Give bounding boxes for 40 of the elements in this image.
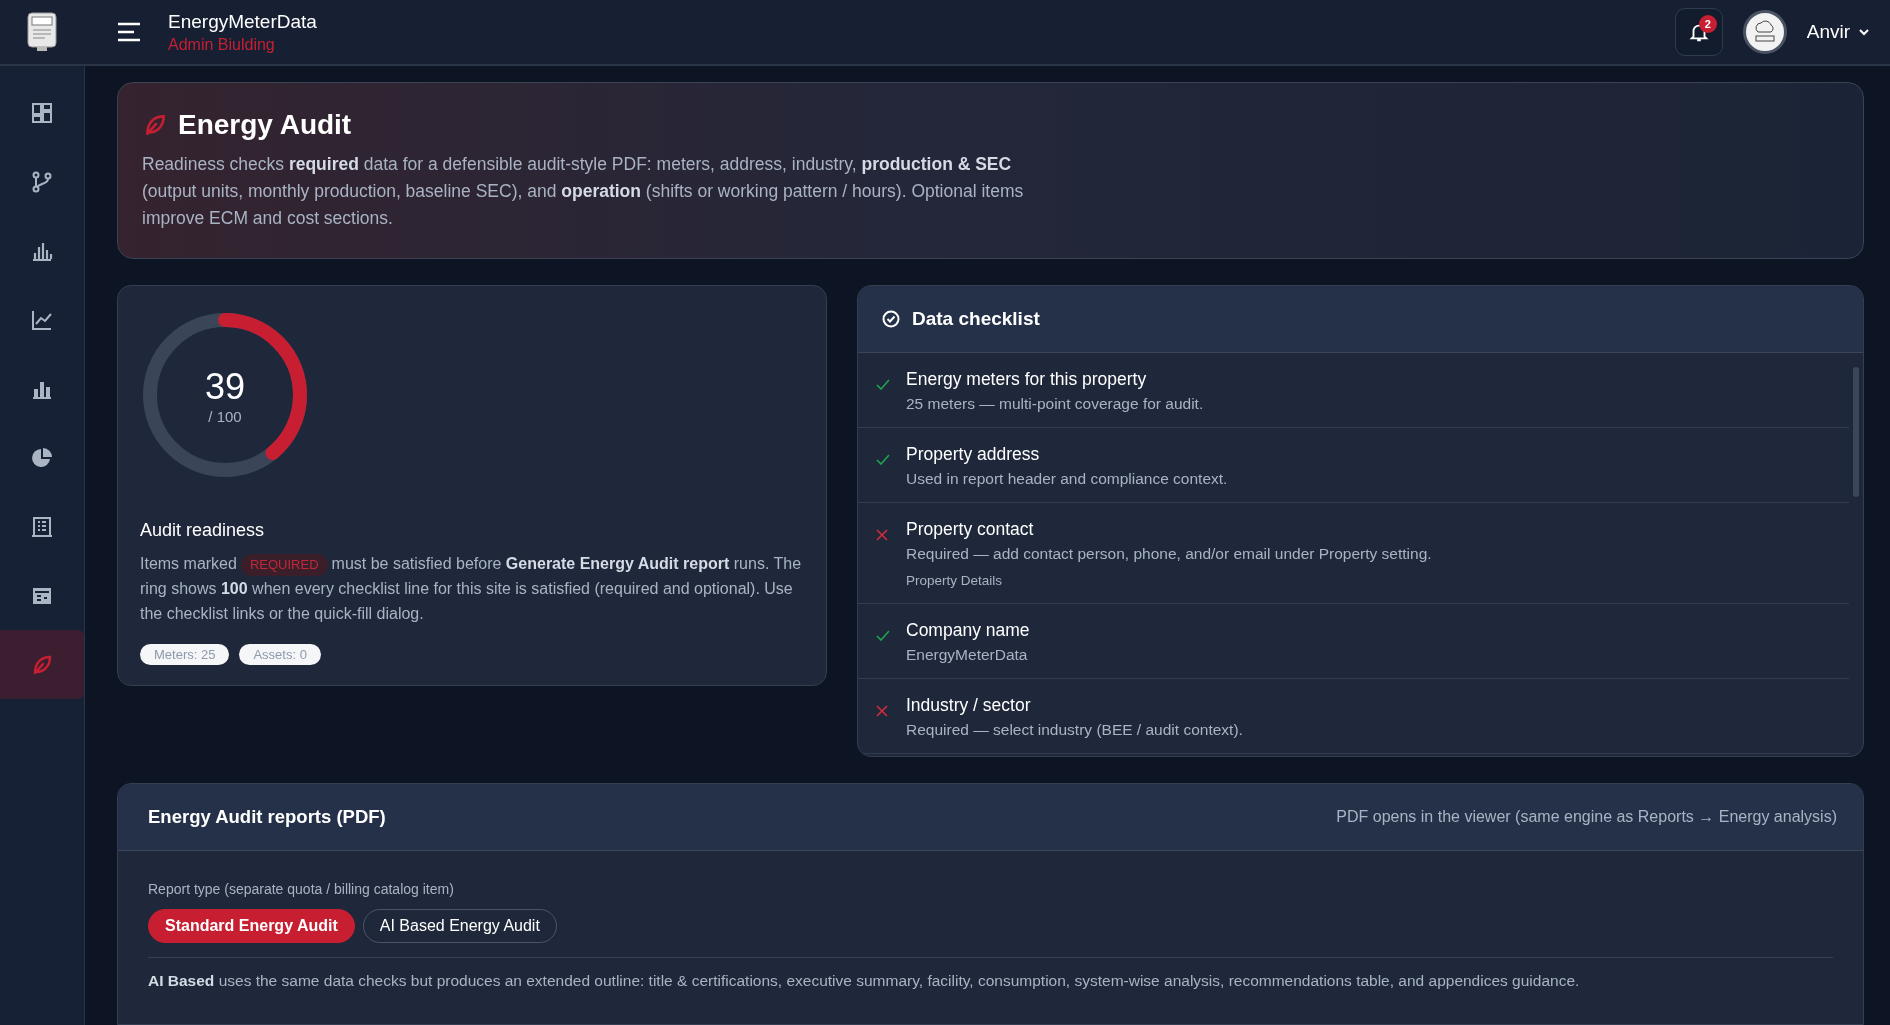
checklist-item-detail: EnergyMeterData: [906, 646, 1029, 664]
report-type-label: Report type (separate quota / billing catalog item): [148, 881, 455, 897]
checklist-link[interactable]: Property Details: [906, 573, 1003, 588]
readiness-title: Audit readiness: [140, 520, 266, 541]
readiness-score: 39: [204, 365, 245, 408]
readiness-text: Items marked REQUIRED must be satisfied before Generate Energy Audit report runs. The ring shows 100 when every checklist line for this site is satisfied (required and optional). Use the checklist links or the quick-fill dialog.: [140, 553, 803, 624]
reports-title: Energy Audit reports (PDF): [148, 806, 386, 828]
count-pill: Assets: 0: [239, 644, 321, 665]
checklist-item-detail: Required — add contact person, phone, and/or email under Property setting.: [906, 545, 1432, 563]
count-pill: Meters: 25: [140, 644, 230, 665]
checklist-item-detail: 25 meters — multi-point coverage for audit.: [906, 395, 1204, 413]
branch-icon: [30, 169, 54, 194]
page-description: Readiness checks required data for a defensible audit-style PDF: meters, address, industry, production & SEC (output units, monthly production, baseline SEC), and operation (shifts or working pattern / hours). Optional items improve ECM and cost sections.: [142, 153, 1025, 230]
dashboard-icon: [30, 100, 54, 125]
checklist-item-title: Property contact: [906, 519, 1035, 540]
building-name: Admin Biulding: [168, 35, 276, 54]
checklist-item-title: Industry / sector: [906, 695, 1032, 716]
checklist-title: Data checklist: [912, 308, 1040, 330]
checklist-item-title: Energy meters for this property: [906, 369, 1148, 390]
pie-chart-icon: [30, 445, 54, 470]
notifications-button[interactable]: 2: [1674, 8, 1723, 56]
page-title: Energy Audit: [178, 109, 352, 141]
notification-count: 2: [1698, 15, 1717, 33]
score-max: / 100: [208, 407, 242, 425]
report-type-option[interactable]: Standard Energy Audit: [148, 909, 355, 943]
meter-logo-icon: [27, 12, 57, 52]
scrollbar[interactable]: [1853, 367, 1859, 497]
check-circle-icon: [882, 310, 900, 328]
building-icon: [30, 514, 54, 539]
menu-icon[interactable]: [116, 22, 142, 42]
checklist-item-title: Company name: [906, 620, 1030, 641]
report-type-description: AI Based uses the same data checks but produces an extended outline: title & certifications, executive summary, facility, consumption, system-wise analysis, recommendations table, and appendices guidance.: [148, 972, 1581, 990]
checklist-item-detail: Required — select industry (BEE / audit context).: [906, 721, 1243, 739]
checklist-item-detail: Used in report header and compliance context.: [906, 470, 1228, 488]
chevron-down-icon: [1858, 28, 1870, 36]
avatar[interactable]: [1742, 10, 1787, 54]
user-menu[interactable]: Anvir: [1800, 20, 1876, 44]
reports-note: PDF opens in the viewer (same engine as Reports → Energy analysis): [1336, 808, 1837, 826]
app-name: EnergyMeterData: [168, 10, 317, 33]
checklist-item-title: Property address: [906, 444, 1041, 465]
